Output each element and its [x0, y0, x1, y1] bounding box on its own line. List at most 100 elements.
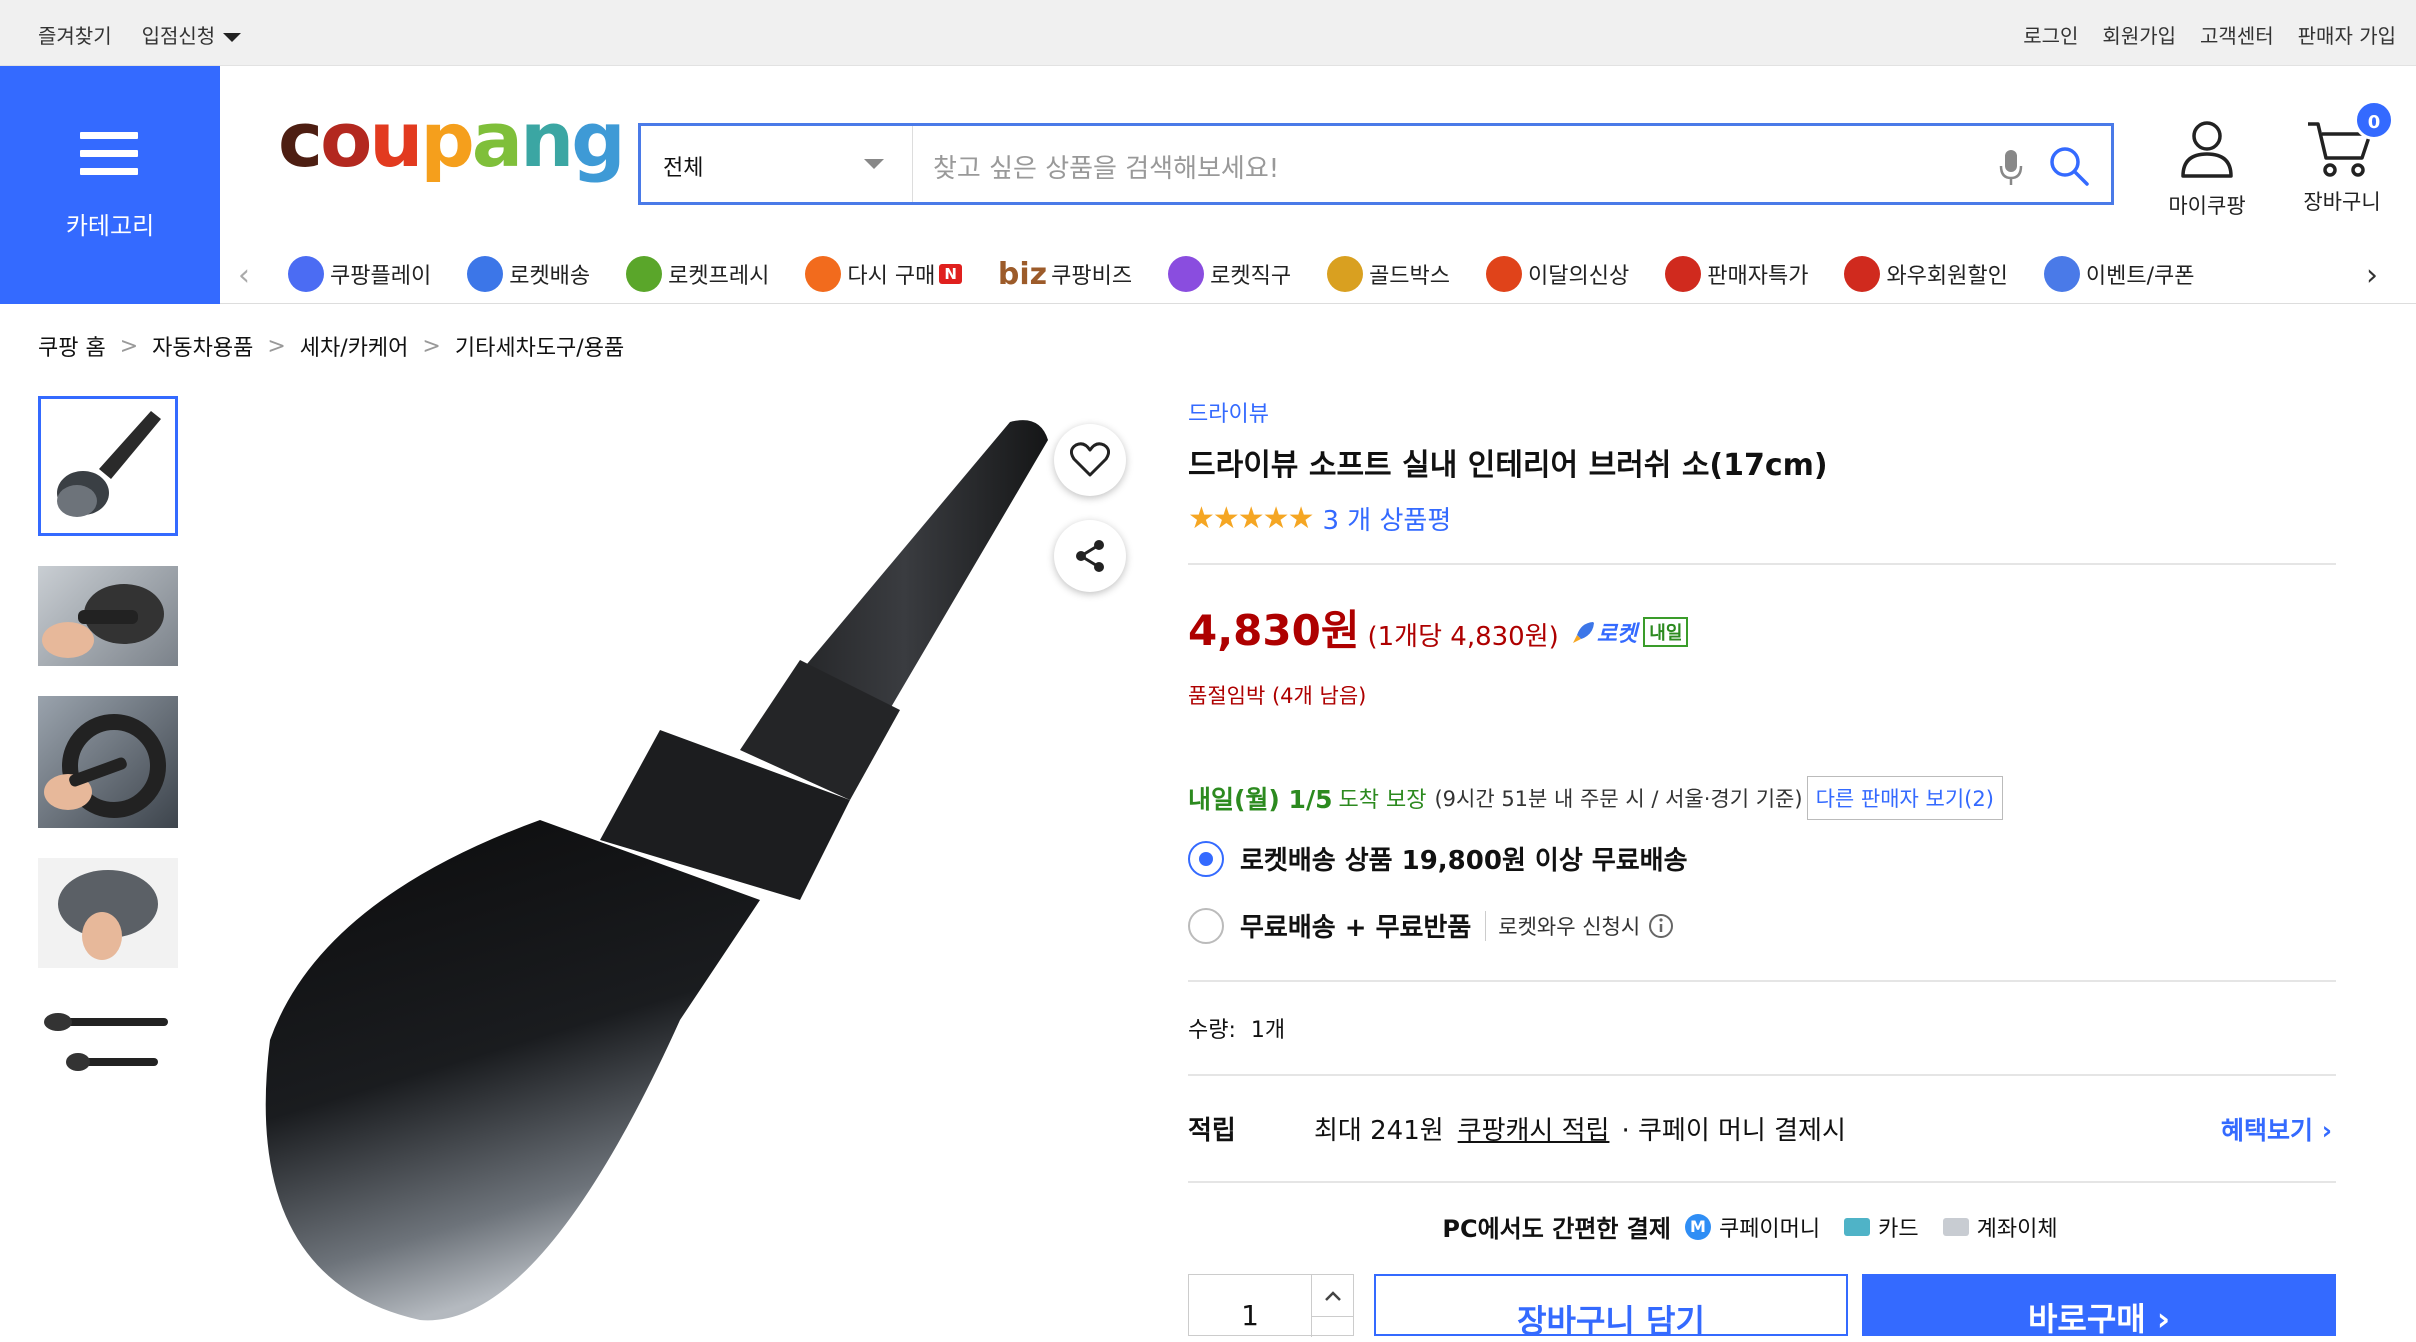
rocket-label: 로켓	[1596, 622, 1638, 647]
option-label-rocket: 로켓배송 상품 19,800원 이상 무료배송	[1240, 846, 1688, 876]
other-sellers-button[interactable]: 다른 판매자 보기(2)	[1806, 776, 2003, 820]
search-icon[interactable]	[2047, 144, 2091, 188]
rocket-icon	[467, 256, 504, 292]
login-link[interactable]: 로그인	[2023, 20, 2078, 49]
rocket-fresh-icon	[626, 256, 663, 292]
brand-link[interactable]: 드라이뷰	[1188, 396, 2336, 428]
points-row: 적립 최대 241원 쿠팡캐시 적립 · 쿠페이 머니 결제시 혜택보기 ›	[1188, 1076, 2336, 1181]
percent-icon	[1665, 256, 1702, 292]
thumbnail-2[interactable]	[38, 566, 178, 666]
biz-icon: biz	[997, 256, 1048, 292]
brush-vent-image	[42, 584, 164, 658]
nav-item-7[interactable]: 이달의신상	[1486, 252, 1629, 296]
nav-item-label: 이벤트/쿠폰	[2085, 264, 2195, 289]
shipping-option-rocket[interactable]: 로켓배송 상품 19,800원 이상 무료배송	[1188, 840, 2336, 877]
option-sub-label: 로켓와우 신청시	[1498, 914, 1641, 939]
review-count-link[interactable]: 3 개 상품평	[1322, 500, 1451, 537]
pay-bank-label: 계좌이체	[1976, 1216, 2058, 1242]
new-badge: N	[939, 264, 962, 284]
rocket-icon	[1572, 622, 1594, 643]
nav-item-5[interactable]: 로켓직구	[1168, 252, 1291, 296]
pay-method-money: M 쿠페이머니	[1684, 1211, 1820, 1243]
new-icon	[1486, 256, 1523, 292]
seller-signup-link[interactable]: 판매자 가입	[2298, 20, 2396, 49]
points-max: 최대 241원	[1314, 1116, 1444, 1146]
rocket-badge: 로켓 내일	[1571, 616, 1689, 648]
user-icon	[2181, 121, 2233, 178]
radio-selected[interactable]	[1188, 840, 1224, 877]
thumbnail-1[interactable]	[38, 396, 178, 536]
microphone-icon[interactable]	[1997, 148, 2025, 188]
logo-letter: n	[520, 95, 574, 184]
nav-item-8[interactable]: 판매자특가	[1665, 252, 1808, 296]
breadcrumb-other-tools[interactable]: 기타세차도구/용품	[455, 330, 624, 362]
mycoupang-button[interactable]: 마이쿠팡	[2162, 118, 2252, 220]
breadcrumb-automotive[interactable]: 자동차용품	[152, 330, 253, 362]
radio-unselected[interactable]	[1188, 907, 1224, 944]
thumbnail-5[interactable]	[38, 998, 178, 1088]
cart-button[interactable]: 0 장바구니	[2292, 100, 2394, 216]
thumbnail-list	[38, 396, 183, 1118]
breadcrumb: 쿠팡 홈 > 자동차용품 > 세차/카케어 > 기타세차도구/용품	[38, 330, 624, 362]
nav-item-label: 로켓프레시	[668, 264, 770, 289]
wishlist-button[interactable]	[1054, 424, 1126, 496]
search-bar: 전체 찾고 싶은 상품을 검색해보세요!	[638, 123, 2114, 205]
nav-item-9[interactable]: 와우회원할인	[1844, 252, 2008, 296]
favorites-link[interactable]: 즐겨찾기	[38, 20, 112, 49]
points-note: · 쿠페이 머니 결제시	[1621, 1116, 1846, 1146]
nav-item-0[interactable]: 쿠팡플레이	[288, 252, 431, 296]
shipping-option-free[interactable]: 무료배송 + 무료반품 로켓와우 신청시	[1188, 907, 2336, 944]
breadcrumb-carwash[interactable]: 세차/카케어	[300, 330, 409, 362]
coupang-logo[interactable]: coupang	[278, 102, 626, 178]
logo-letter: c	[278, 95, 323, 184]
thumbnail-4[interactable]	[38, 858, 178, 968]
nav-item-10[interactable]: 이벤트/쿠폰	[2043, 252, 2195, 296]
nav-item-label: 이달의신상	[1528, 264, 1630, 289]
search-category-select[interactable]: 전체	[641, 126, 913, 202]
nav-item-label: 로켓직구	[1210, 264, 1292, 289]
coupang-cash-link[interactable]: 쿠팡캐시 적립	[1458, 1110, 1610, 1147]
nav-item-label: 쿠팡비즈	[1051, 264, 1133, 289]
nav-item-6[interactable]: 골드박스	[1327, 252, 1450, 296]
nav-next-icon[interactable]: ›	[2366, 258, 2378, 293]
sale-price: 4,830원	[1188, 606, 1360, 655]
top-utility-bar: 즐겨찾기 입점신청 로그인 회원가입 고객센터 판매자 가입	[0, 0, 2416, 66]
brush-bristle-image	[58, 870, 158, 960]
brush-steering-image	[44, 714, 166, 818]
quantity-input[interactable]: 1	[1189, 1299, 1311, 1332]
points-label: 적립	[1188, 1116, 1236, 1146]
nav-item-1[interactable]: 로켓배송	[467, 252, 590, 296]
nav-prev-icon[interactable]: ‹	[238, 258, 250, 293]
thumbnail-3[interactable]	[38, 696, 178, 828]
nav-item-label: 다시 구매	[847, 264, 936, 289]
signup-link[interactable]: 회원가입	[2102, 20, 2176, 49]
quantity-stepper[interactable]: 1	[1188, 1274, 1354, 1337]
category-label: 카테고리	[65, 212, 155, 240]
logo-letter: o	[320, 95, 372, 184]
star-rating: ★★★★★	[1188, 501, 1314, 536]
buy-now-button[interactable]: 바로구매 ›	[1862, 1274, 2336, 1338]
quantity-increase-button[interactable]	[1311, 1275, 1353, 1317]
info-icon[interactable]	[1648, 913, 1674, 939]
heart-icon	[1070, 442, 1110, 477]
search-input[interactable]: 찾고 싶은 상품을 검색해보세요!	[933, 148, 1279, 185]
payment-methods: PC에서도 간편한 결제 M 쿠페이머니 카드 계좌이체	[1188, 1209, 2336, 1244]
pay-method-card: 카드	[1844, 1211, 1919, 1243]
quantity-decrease-button[interactable]	[1311, 1317, 1353, 1337]
coupon-icon	[2043, 256, 2080, 292]
category-button[interactable]: 카테고리	[0, 66, 220, 304]
seller-apply-menu[interactable]: 입점신청	[142, 20, 242, 49]
product-main-image[interactable]	[240, 400, 1126, 1338]
benefit-link[interactable]: 혜택보기 ›	[2221, 1111, 2332, 1147]
share-button[interactable]	[1054, 520, 1126, 592]
product-title: 드라이뷰 소프트 실내 인테리어 브러쉬 소(17cm)	[1188, 448, 1828, 483]
chevron-right-icon: >	[422, 333, 441, 359]
nav-item-2[interactable]: 로켓프레시	[626, 252, 769, 296]
customer-center-link[interactable]: 고객센터	[2200, 20, 2274, 49]
nav-item-3[interactable]: 다시 구매 N	[805, 252, 962, 296]
chevron-right-icon: >	[119, 333, 139, 359]
add-to-cart-button[interactable]: 장바구니 담기	[1374, 1274, 1848, 1340]
breadcrumb-home[interactable]: 쿠팡 홈	[38, 330, 106, 362]
cart-count-badge: 0	[2354, 100, 2394, 140]
nav-item-4[interactable]: biz 쿠팡비즈	[998, 252, 1132, 296]
